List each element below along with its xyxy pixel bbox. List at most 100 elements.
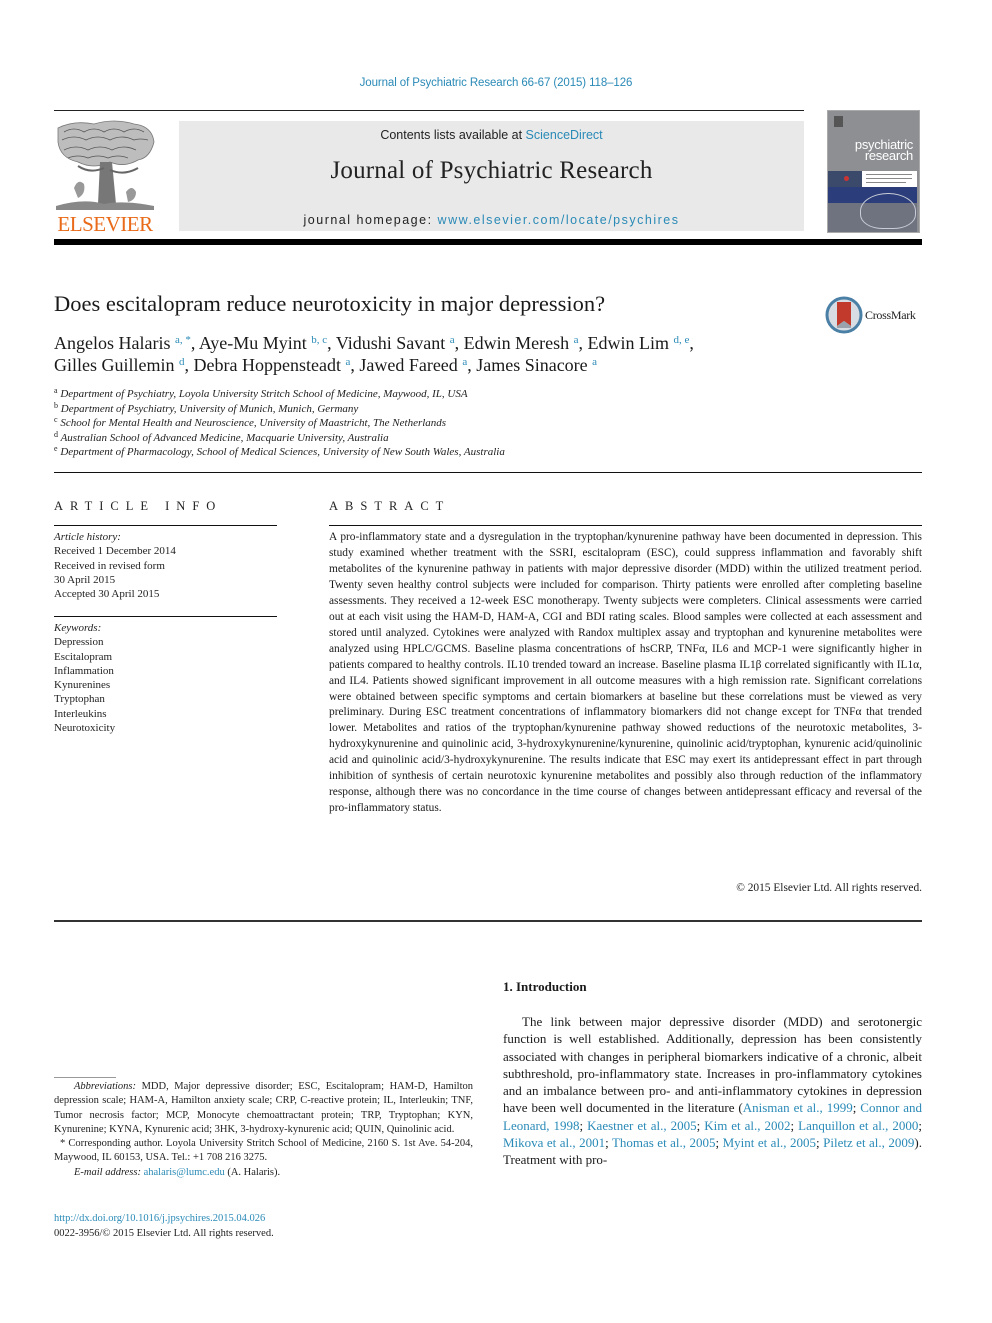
- keyword: Kynurenines: [54, 679, 111, 692]
- abstract-divider: [329, 525, 922, 526]
- author-name: Vidushi Savant: [335, 333, 446, 353]
- abstract-bottom-divider: [54, 920, 922, 922]
- citation-link[interactable]: Kaestner et al., 2005: [587, 1118, 696, 1133]
- affiliation: d Australian School of Advanced Medicine…: [54, 429, 754, 446]
- author-name: Debra Hoppensteadt: [193, 354, 341, 375]
- history-entry: Received in revised form: [54, 559, 165, 572]
- author-separator: ,: [578, 333, 588, 353]
- keyword: Inflammation: [54, 664, 114, 677]
- author-separator: ,: [689, 333, 694, 353]
- author[interactable]: Vidushi Savant a: [336, 333, 455, 353]
- author-affiliation-marker[interactable]: a, *: [175, 334, 191, 346]
- crossmark-label: CrossMark: [865, 308, 916, 322]
- author-separator: ,: [350, 354, 360, 375]
- running-head[interactable]: Journal of Psychiatric Research 66-67 (2…: [0, 77, 992, 89]
- abstract-heading: ABSTRACT: [329, 499, 451, 513]
- article-history: Article history: Received 1 December 201…: [54, 530, 176, 601]
- email-footnote: E-mail address: ahalaris@lumc.edu (A. Ha…: [54, 1166, 473, 1180]
- affiliation-key: d: [54, 429, 58, 439]
- crossmark-badge[interactable]: CrossMark: [825, 296, 925, 336]
- author-separator: ,: [467, 354, 477, 375]
- footnotes: Abbreviations: MDD, Major depressive dis…: [54, 1080, 473, 1180]
- author[interactable]: Angelos Halaris a, *: [54, 333, 191, 353]
- author-affiliation-marker[interactable]: a: [592, 356, 597, 368]
- affiliation: e Department of Pharmacology, School of …: [54, 445, 754, 460]
- issn-line: 0022-3956/© 2015 Elsevier Ltd. All right…: [54, 1228, 274, 1239]
- cover-title: psychiatric research: [828, 138, 917, 163]
- affiliation-text: Department of Pharmacology, School of Me…: [60, 446, 505, 458]
- author[interactable]: Gilles Guillemin d: [54, 355, 185, 375]
- keyword: Depression: [54, 636, 104, 649]
- article-title: Does escitalopram reduce neurotoxicity i…: [54, 291, 606, 316]
- citation-link[interactable]: Thomas et al., 2005: [612, 1135, 716, 1150]
- contents-prefix: Contents lists available at: [380, 128, 526, 142]
- cover-elsevier-icon: [834, 116, 843, 127]
- journal-masthead: Contents lists available at ScienceDirec…: [179, 121, 804, 231]
- affiliation: c School for Mental Health and Neuroscie…: [54, 416, 754, 431]
- homepage-prefix: journal homepage:: [303, 213, 438, 227]
- abstract-copyright: © 2015 Elsevier Ltd. All rights reserved…: [736, 882, 922, 894]
- citation-link[interactable]: Myint et al., 2005: [723, 1135, 816, 1150]
- doi-link[interactable]: http://dx.doi.org/10.1016/j.jpsychires.2…: [54, 1211, 274, 1226]
- doi-block: http://dx.doi.org/10.1016/j.jpsychires.2…: [54, 1211, 274, 1241]
- author-affiliation-marker[interactable]: b, c: [311, 334, 327, 346]
- email-link[interactable]: ahalaris@lumc.edu: [144, 1167, 225, 1178]
- author-name: Jawed Fareed: [359, 354, 458, 375]
- elsevier-wordmark[interactable]: ELSEVIER: [54, 212, 156, 237]
- author-name: Gilles Guillemin: [54, 354, 175, 375]
- author-separator: ,: [454, 333, 464, 353]
- journal-homepage-link[interactable]: www.elsevier.com/locate/psychires: [438, 213, 680, 227]
- author[interactable]: Debra Hoppensteadt a: [194, 355, 351, 375]
- affiliation-text: Department of Psychiatry, University of …: [60, 402, 359, 415]
- keywords-label: Keywords:: [54, 622, 102, 634]
- keyword: Neurotoxicity: [54, 722, 116, 735]
- citation-link[interactable]: Piletz et al., 2009: [823, 1135, 914, 1150]
- masthead-top-rule: [54, 110, 804, 111]
- author[interactable]: James Sinacore a: [476, 355, 597, 375]
- keyword: Escitalopram: [54, 650, 113, 663]
- abstract-body: A pro-inflammatory state and a dysregula…: [329, 531, 922, 815]
- journal-cover-thumbnail[interactable]: psychiatric research: [827, 110, 920, 233]
- citation-link[interactable]: Kim et al., 2002: [704, 1118, 790, 1133]
- author-separator: ,: [190, 333, 199, 353]
- author-name: James Sinacore: [476, 354, 588, 375]
- cover-title-line-2: research: [864, 148, 913, 163]
- sciencedirect-link[interactable]: ScienceDirect: [526, 128, 603, 142]
- author[interactable]: Edwin Meresh a: [464, 333, 579, 353]
- affiliation: a Department of Psychiatry, Loyola Unive…: [54, 387, 754, 402]
- author[interactable]: Aye-Mu Myint b, c: [199, 333, 327, 353]
- citation-link[interactable]: Mikova et al., 2001: [503, 1135, 605, 1150]
- author-name: Aye-Mu Myint: [198, 333, 307, 353]
- article-info-heading: ARTICLE INFO: [54, 499, 223, 513]
- contents-available-line: Contents lists available at ScienceDirec…: [179, 128, 804, 142]
- article-history-label: Article history:: [54, 531, 121, 543]
- author-affiliation-marker[interactable]: d, e: [674, 334, 690, 346]
- journal-name: Journal of Psychiatric Research: [330, 157, 653, 184]
- affiliation: b Department of Psychiatry, University o…: [54, 401, 754, 417]
- history-entry: Received 1 December 2014: [54, 545, 176, 558]
- citation-link[interactable]: Anisman et al., 1999: [743, 1100, 853, 1115]
- affiliation-key: c: [54, 415, 58, 424]
- author[interactable]: Jawed Fareed a: [359, 355, 467, 375]
- author-separator: ,: [327, 333, 336, 353]
- corresponding-author-footnote: * Corresponding author. Loyola Universit…: [54, 1138, 473, 1164]
- crossmark-icon: [825, 296, 863, 334]
- author[interactable]: Edwin Lim d, e: [588, 333, 690, 353]
- history-entry: 30 April 2015: [54, 573, 116, 586]
- affiliation-key: a: [54, 386, 58, 395]
- keyword: Interleukins: [54, 707, 107, 720]
- affiliation-text: Australian School of Advanced Medicine, …: [60, 431, 389, 444]
- footnote-divider: [54, 1077, 116, 1078]
- affiliation-text: Department of Psychiatry, Loyola Univers…: [60, 388, 468, 400]
- email-label: E-mail address:: [74, 1166, 141, 1178]
- author-name: Edwin Meresh: [463, 333, 570, 353]
- author-name: Angelos Halaris: [54, 333, 171, 353]
- citation-link[interactable]: Lanquillon et al., 2000: [798, 1118, 918, 1133]
- introduction-heading: 1. Introduction: [503, 979, 587, 994]
- abbreviations-label: Abbreviations:: [74, 1081, 137, 1092]
- article-info-divider: [54, 525, 277, 526]
- cover-brain-image: [828, 193, 917, 232]
- author-name: Edwin Lim: [587, 333, 670, 353]
- keywords-divider: [54, 616, 277, 617]
- author-list: Angelos Halaris a, *, Aye-Mu Myint b, c,…: [54, 333, 854, 376]
